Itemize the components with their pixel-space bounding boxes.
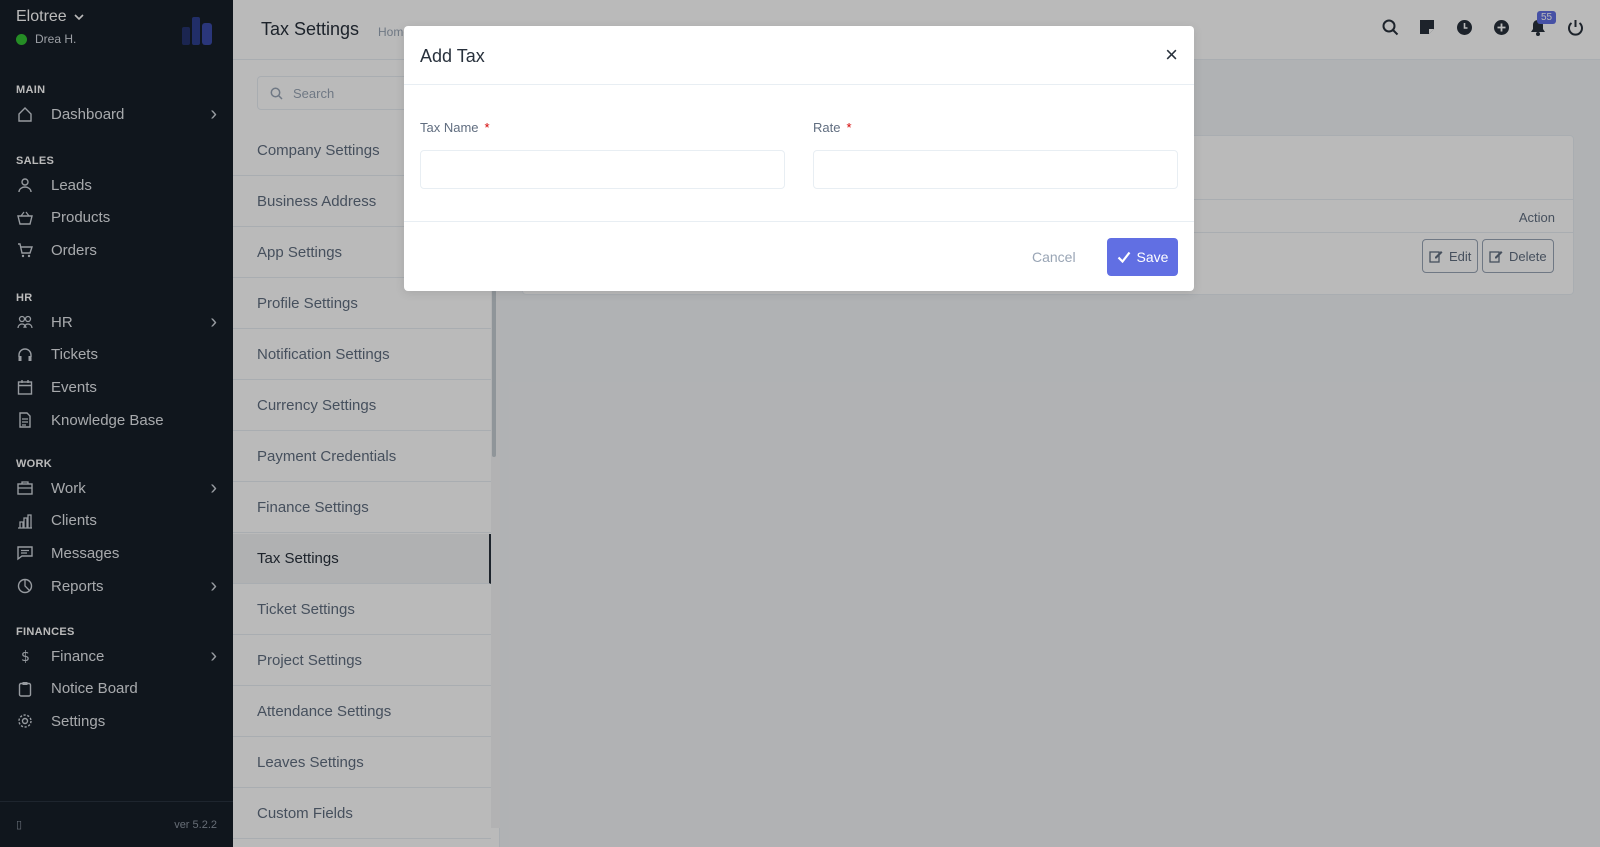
cancel-button[interactable]: Cancel xyxy=(1032,249,1076,265)
add-tax-modal: Add Tax × Tax Name * Rate * Cancel Save xyxy=(404,26,1194,291)
modal-footer: Cancel Save xyxy=(404,221,1194,291)
rate-label: Rate * xyxy=(813,120,852,135)
required-mark: * xyxy=(846,120,852,135)
check-icon xyxy=(1117,251,1130,263)
close-icon[interactable]: × xyxy=(1165,44,1178,66)
rate-input[interactable] xyxy=(813,150,1178,189)
save-label: Save xyxy=(1136,249,1169,265)
save-button[interactable]: Save xyxy=(1107,238,1178,276)
modal-title: Add Tax xyxy=(420,46,485,66)
tax-name-input[interactable] xyxy=(420,150,785,189)
rate-label-text: Rate xyxy=(813,120,841,135)
required-mark: * xyxy=(484,120,490,135)
tax-name-label: Tax Name * xyxy=(420,120,490,135)
modal-header: Add Tax × xyxy=(404,26,1194,85)
tax-name-label-text: Tax Name xyxy=(420,120,479,135)
